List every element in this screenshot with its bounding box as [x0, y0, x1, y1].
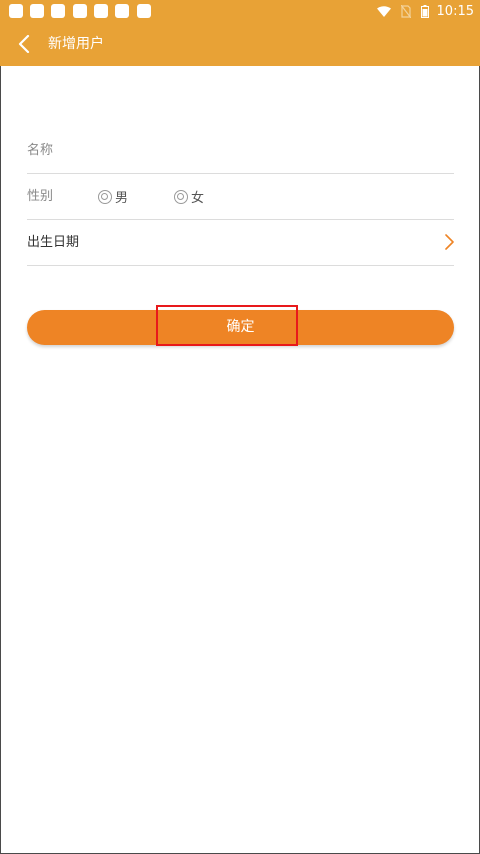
battery-icon	[420, 4, 429, 18]
back-button[interactable]	[8, 28, 40, 60]
frame-border	[0, 66, 1, 854]
chevron-left-icon	[18, 35, 30, 53]
no-sim-icon	[400, 4, 411, 18]
gender-row: 性别 男 女	[27, 174, 454, 220]
status-clock: 10:15	[436, 3, 474, 19]
name-row[interactable]: 名称	[27, 128, 454, 174]
notification-icon	[51, 4, 65, 18]
page-title: 新增用户	[48, 36, 104, 52]
notification-icon	[137, 4, 151, 18]
notification-icon	[73, 4, 87, 18]
gender-option-male[interactable]: 男	[98, 187, 128, 206]
radio-icon	[98, 189, 112, 204]
gender-option-label: 女	[191, 191, 205, 206]
name-field[interactable]: 名称	[27, 142, 53, 160]
chevron-right-icon	[445, 234, 454, 250]
gender-option-female[interactable]: 女	[174, 187, 204, 206]
notification-icon	[30, 4, 44, 18]
notification-icon	[115, 4, 129, 18]
birthdate-row[interactable]: 出生日期	[27, 220, 454, 266]
status-bar: 10:15	[0, 0, 480, 22]
app-bar: 新增用户	[0, 22, 480, 66]
radio-icon	[174, 189, 188, 204]
notification-icon	[94, 4, 108, 18]
notification-icon	[9, 4, 23, 18]
gender-option-label: 男	[115, 191, 129, 206]
birthdate-label: 出生日期	[27, 235, 80, 250]
gender-label: 性别	[27, 189, 54, 204]
highlight-box	[156, 305, 298, 346]
add-user-form: 名称 性别 男 女 出生日期	[27, 128, 454, 266]
wifi-icon	[376, 5, 391, 17]
